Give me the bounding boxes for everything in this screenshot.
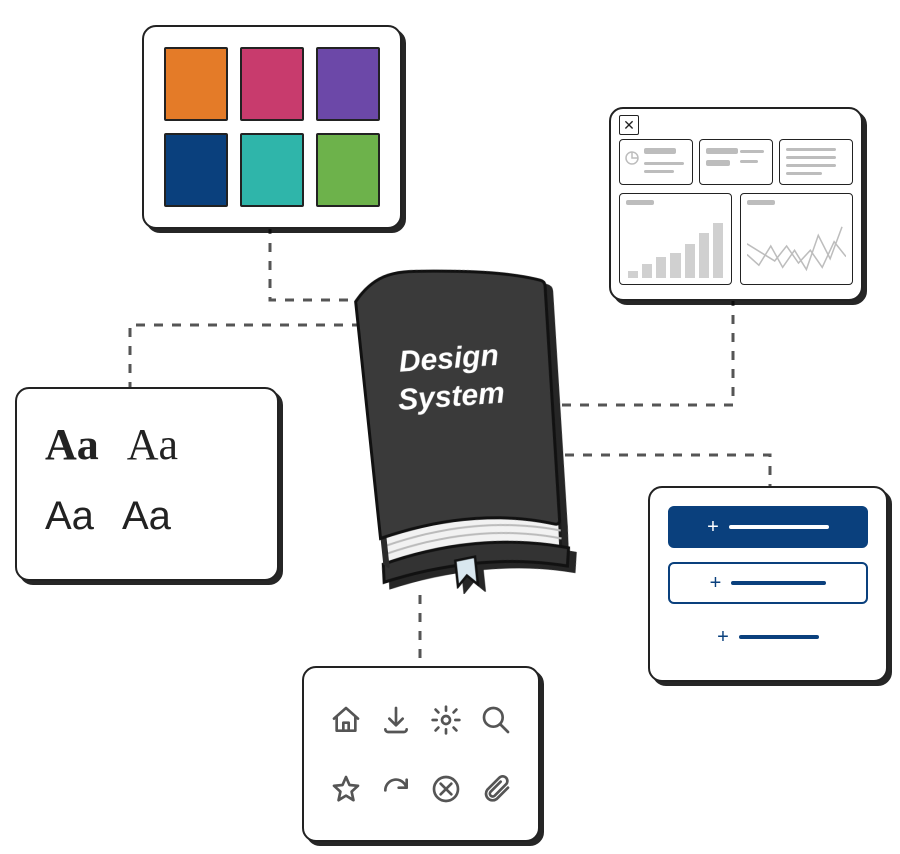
search-icon bbox=[480, 704, 512, 736]
plus-icon: + bbox=[710, 573, 722, 593]
paperclip-icon bbox=[480, 773, 512, 805]
window-close-icon: ✕ bbox=[619, 115, 639, 135]
stat-tile-pie bbox=[619, 139, 693, 185]
swatch-magenta bbox=[240, 47, 304, 121]
plus-icon: + bbox=[707, 517, 719, 537]
icons-card bbox=[302, 666, 540, 842]
plus-icon: + bbox=[717, 627, 729, 647]
stat-tile-lines bbox=[779, 139, 853, 185]
button-tertiary[interactable]: + bbox=[668, 618, 868, 656]
button-primary[interactable]: + bbox=[668, 506, 868, 548]
palette-card bbox=[142, 25, 402, 229]
book-title-line2: System bbox=[397, 376, 506, 416]
download-icon bbox=[380, 704, 412, 736]
gear-icon bbox=[430, 704, 462, 736]
swatch-green bbox=[316, 133, 380, 207]
redo-icon bbox=[380, 773, 412, 805]
design-system-book: Design System bbox=[328, 249, 581, 598]
cancel-icon bbox=[430, 773, 462, 805]
type-sample-sans-light: Aa bbox=[122, 494, 171, 539]
dashboard-card: ✕ bbox=[609, 107, 863, 301]
home-icon bbox=[330, 704, 362, 736]
typography-card: Aa Aa Aa Aa bbox=[15, 387, 279, 581]
stat-tile-bars bbox=[699, 139, 773, 185]
line-chart-panel bbox=[740, 193, 853, 285]
swatch-teal bbox=[240, 133, 304, 207]
buttons-card: + + + bbox=[648, 486, 888, 682]
button-secondary[interactable]: + bbox=[668, 562, 868, 604]
star-icon bbox=[330, 773, 362, 805]
type-sample-serif-regular: Aa bbox=[127, 419, 178, 470]
swatch-purple bbox=[316, 47, 380, 121]
swatch-navy bbox=[164, 133, 228, 207]
book-title-line1: Design bbox=[398, 339, 500, 379]
type-sample-serif-bold: Aa bbox=[45, 419, 99, 470]
type-sample-sans-regular: Aa bbox=[45, 494, 94, 539]
bar-chart-panel bbox=[619, 193, 732, 285]
swatch-orange bbox=[164, 47, 228, 121]
